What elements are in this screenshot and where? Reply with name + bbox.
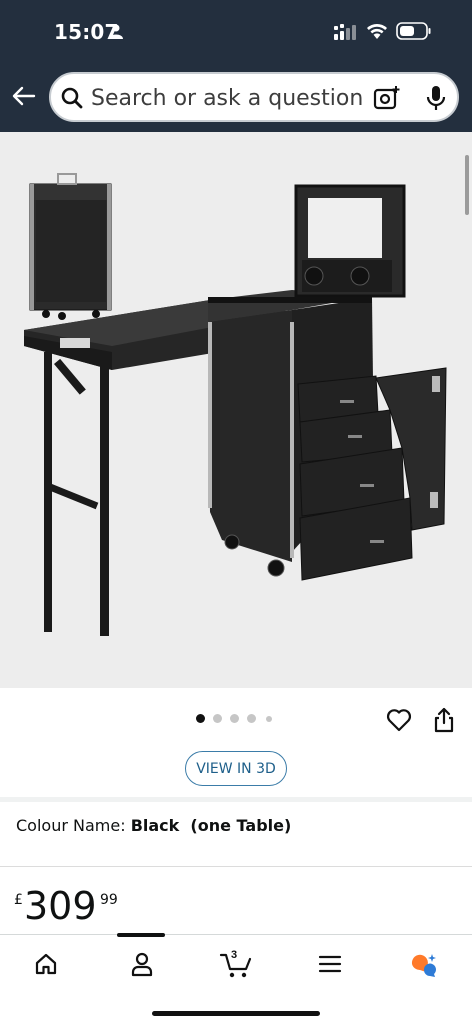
- active-tab-indicator: [117, 933, 165, 937]
- home-indicator: [152, 1011, 320, 1016]
- price-fraction: 99: [100, 892, 118, 908]
- search-icon: [61, 87, 83, 109]
- heart-icon[interactable]: [386, 707, 412, 733]
- home-icon: [35, 953, 57, 975]
- carousel-dot[interactable]: [196, 714, 205, 723]
- carousel-dot[interactable]: [266, 716, 272, 722]
- account-icon: [131, 952, 153, 977]
- back-arrow-icon[interactable]: [10, 82, 38, 110]
- nav-rufus-assistant[interactable]: [404, 947, 444, 981]
- closed-case-thumbnail: [29, 173, 112, 320]
- price-whole: 309: [24, 884, 97, 928]
- battery-icon: [396, 22, 431, 40]
- wifi-icon: [367, 24, 387, 39]
- section-divider: [0, 797, 472, 802]
- carousel-dot[interactable]: [213, 714, 222, 723]
- search-header: [0, 62, 472, 132]
- nav-home[interactable]: [26, 947, 66, 981]
- carousel-dot[interactable]: [230, 714, 239, 723]
- nav-account[interactable]: [122, 947, 162, 981]
- status-bar: 15:07: [0, 0, 472, 62]
- image-scroll-indicator: [465, 155, 469, 215]
- share-icon[interactable]: [432, 706, 456, 734]
- carousel-dot[interactable]: [247, 714, 256, 723]
- menu-icon: [318, 955, 342, 973]
- microphone-icon[interactable]: [425, 84, 447, 112]
- rufus-assistant-icon: [411, 954, 436, 977]
- colour-variation[interactable]: Colour Name: Black (one Table): [16, 816, 291, 835]
- product-photo-illustration: [24, 173, 447, 636]
- camera-search-icon[interactable]: [373, 84, 401, 112]
- nav-cart[interactable]: 3: [216, 947, 256, 981]
- cellular-signal-icon: [334, 24, 356, 40]
- divider: [0, 866, 472, 867]
- person-icon: [109, 24, 123, 39]
- nav-menu[interactable]: [310, 947, 350, 981]
- colour-value: Black (one Table): [130, 816, 292, 835]
- search-input[interactable]: [91, 84, 371, 112]
- cart-count: 3: [231, 949, 238, 961]
- price-currency: £: [14, 892, 23, 908]
- product-image[interactable]: [0, 132, 472, 688]
- view-in-3d-button[interactable]: VIEW IN 3D: [185, 751, 287, 786]
- colour-label: Colour Name:: [16, 816, 126, 835]
- search-bar[interactable]: [49, 72, 459, 122]
